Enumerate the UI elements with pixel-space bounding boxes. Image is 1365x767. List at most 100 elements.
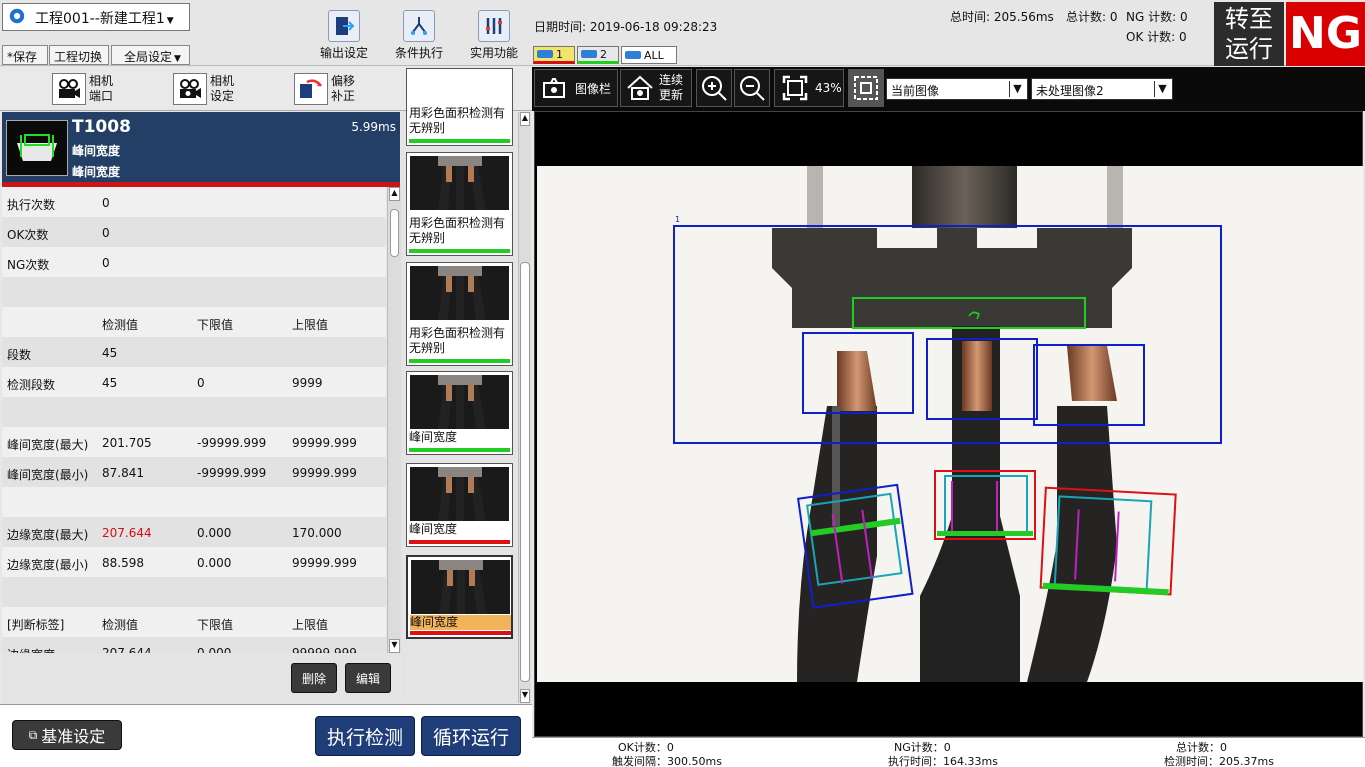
- grid-row[interactable]: NG次数 0: [2, 247, 386, 277]
- delete-label: 删除: [301, 671, 326, 686]
- image-viewer[interactable]: 1: [534, 111, 1363, 737]
- tool-name: 峰间宽度: [72, 144, 121, 158]
- tool-thumbnail-label: 用彩色面积检测有无辨别: [409, 216, 506, 245]
- loop-run-button[interactable]: 循环运行: [421, 716, 521, 756]
- grid-row[interactable]: [判断标签] 检测值 下限值 上限值: [2, 607, 386, 637]
- grid-row[interactable]: 执行次数 0: [2, 187, 386, 217]
- tool-thumbnail-item[interactable]: 用彩色面积检测有无辨别: [406, 262, 513, 366]
- datetime-readout: 日期时间: 2019-06-18 09:28:23: [534, 20, 718, 34]
- global-settings-button[interactable]: 全局设定 ▼: [111, 45, 190, 65]
- status-exec-time: 执行时间：164.33ms: [888, 755, 998, 767]
- scroll-down-icon[interactable]: ▼: [389, 639, 400, 653]
- grid-row[interactable]: OK次数 0: [2, 217, 386, 247]
- grid-cell: 检测值: [102, 318, 139, 332]
- edit-button[interactable]: 编辑: [345, 663, 391, 693]
- image-toolbar: 图像栏 连续 更新 43% 当前图像 ▼ 未处理图像2 ▼: [532, 67, 1365, 111]
- camera-port-button[interactable]: 相机 端口: [52, 71, 113, 107]
- zoom-out-button[interactable]: [734, 69, 770, 107]
- tool-thumbnail-item[interactable]: 峰间宽度: [406, 463, 513, 547]
- go-to-run-button[interactable]: 转至 运行: [1214, 2, 1284, 66]
- grid-cell: 上限值: [292, 618, 329, 632]
- offset-correction-button[interactable]: 偏移 补正: [294, 71, 355, 107]
- grid-row[interactable]: 边缘宽度 207.644 0.000 99999.999: [2, 637, 386, 653]
- inspection-image[interactable]: 1: [537, 166, 1363, 682]
- save-button[interactable]: *保存: [2, 45, 48, 65]
- scroll-up-icon[interactable]: ▲: [389, 187, 400, 201]
- grid-row[interactable]: [2, 397, 386, 427]
- project-switch-label: 工程切换: [54, 50, 103, 64]
- baseline-icon: ⧉: [28, 727, 38, 742]
- run-label-2: 运行: [1225, 35, 1273, 63]
- grid-row[interactable]: 边缘宽度(最小) 88.598 0.000 99999.999: [2, 547, 386, 577]
- grid-row[interactable]: [2, 577, 386, 607]
- grid-row[interactable]: 边缘宽度(最大) 207.644 0.000 170.000: [2, 517, 386, 547]
- camera-settings-button[interactable]: 相机 设定: [173, 71, 234, 107]
- camera-tab-2[interactable]: 2: [577, 46, 619, 64]
- raw-image-select[interactable]: 未处理图像2 ▼: [1031, 78, 1173, 100]
- output-settings-button[interactable]: 输出设定: [306, 10, 382, 61]
- grid-row[interactable]: 检测段数 45 0 9999: [2, 367, 386, 397]
- grid-action-bar: 删除 编辑: [2, 653, 400, 703]
- scroll-up-icon[interactable]: ▲: [520, 112, 530, 126]
- tool-thumbnail-item[interactable]: 峰间宽度: [406, 371, 513, 455]
- current-image-select[interactable]: 当前图像 ▼: [886, 78, 1028, 100]
- grid-row[interactable]: 检测值 下限值 上限值: [2, 307, 386, 337]
- grid-cell: 99999.999: [292, 466, 357, 480]
- chevron-down-icon: ▼: [174, 54, 181, 64]
- camera-tab-label: 2: [600, 47, 607, 61]
- tool-status-bar: [410, 631, 511, 635]
- global-settings-label: 全局设定: [124, 50, 173, 64]
- grid-cell: 201.705: [102, 436, 152, 450]
- tool-subname: 峰间宽度: [72, 165, 121, 179]
- camera-tab-all[interactable]: ALL: [621, 46, 677, 64]
- roi-select-button[interactable]: [848, 69, 884, 107]
- utility-button[interactable]: 实用功能: [456, 10, 532, 61]
- grid-row[interactable]: [2, 277, 386, 307]
- grid-scrollbar[interactable]: ▲ ▼: [387, 187, 401, 653]
- execute-detection-button[interactable]: 执行检测: [315, 716, 415, 756]
- grid-row[interactable]: [2, 487, 386, 517]
- zoom-out-icon: [740, 76, 765, 101]
- grid-row[interactable]: 段数 45: [2, 337, 386, 367]
- tool-id: T1008: [72, 117, 131, 137]
- condition-exec-button[interactable]: 条件执行: [381, 10, 457, 61]
- grid-row[interactable]: 峰间宽度(最小) 87.841 -99999.999 99999.999: [2, 457, 386, 487]
- scroll-down-icon[interactable]: ▼: [520, 689, 530, 703]
- tool-thumbnail-item[interactable]: 用彩色面积检测有无辨别: [406, 68, 513, 146]
- image-bar-button[interactable]: 图像栏: [534, 69, 618, 107]
- chevron-down-icon: ▼: [1154, 81, 1170, 97]
- utility-icon: [478, 10, 510, 42]
- grid-cell: 45: [102, 376, 118, 390]
- selected-tool-header[interactable]: T1008 5.99ms 峰间宽度 峰间宽度: [2, 112, 400, 182]
- body-slot-left: [877, 228, 937, 248]
- grid-cell: OK次数: [7, 228, 49, 242]
- grid-cell: 0.000: [197, 646, 232, 653]
- continuous-update-button[interactable]: 连续 更新: [620, 69, 692, 107]
- zoom-level: 43%: [815, 81, 842, 95]
- grid-cell: 88.598: [102, 556, 144, 570]
- thumbnail-scrollbar[interactable]: ▲ ▼: [518, 112, 531, 703]
- zoom-in-button[interactable]: [696, 69, 732, 107]
- scroll-thumb[interactable]: [520, 262, 530, 682]
- tool-thumbnail-image: [410, 375, 509, 429]
- tool-thumbnail-item[interactable]: 峰间宽度: [406, 555, 513, 639]
- project-switch-button[interactable]: 工程切换: [49, 45, 109, 65]
- utility-label: 实用功能: [469, 46, 518, 60]
- tool-thumbnail-item[interactable]: 用彩色面积检测有无辨别: [406, 152, 513, 256]
- center-copper: [962, 341, 992, 411]
- baseline-settings-button[interactable]: ⧉ 基准设定: [12, 720, 122, 750]
- tool-thumbnail-image: [411, 560, 510, 614]
- gear-icon: [9, 8, 25, 24]
- grid-cell: 边缘宽度(最小): [7, 558, 89, 572]
- camera-tab-label: 1: [556, 47, 563, 61]
- camera-icon: [537, 50, 553, 58]
- fit-zoom-button[interactable]: 43%: [774, 69, 844, 107]
- project-selector[interactable]: 工程001--新建工程1 ▼: [2, 3, 190, 31]
- scroll-thumb[interactable]: [390, 209, 399, 257]
- output-settings-label: 输出设定: [319, 46, 368, 60]
- raw-image-value: 未处理图像2: [1036, 84, 1104, 98]
- camera-tab-1[interactable]: 1: [533, 46, 575, 64]
- delete-button[interactable]: 删除: [291, 663, 337, 693]
- grid-row[interactable]: 峰间宽度(最大) 201.705 -99999.999 99999.999: [2, 427, 386, 457]
- tool-status-bar: [409, 540, 510, 544]
